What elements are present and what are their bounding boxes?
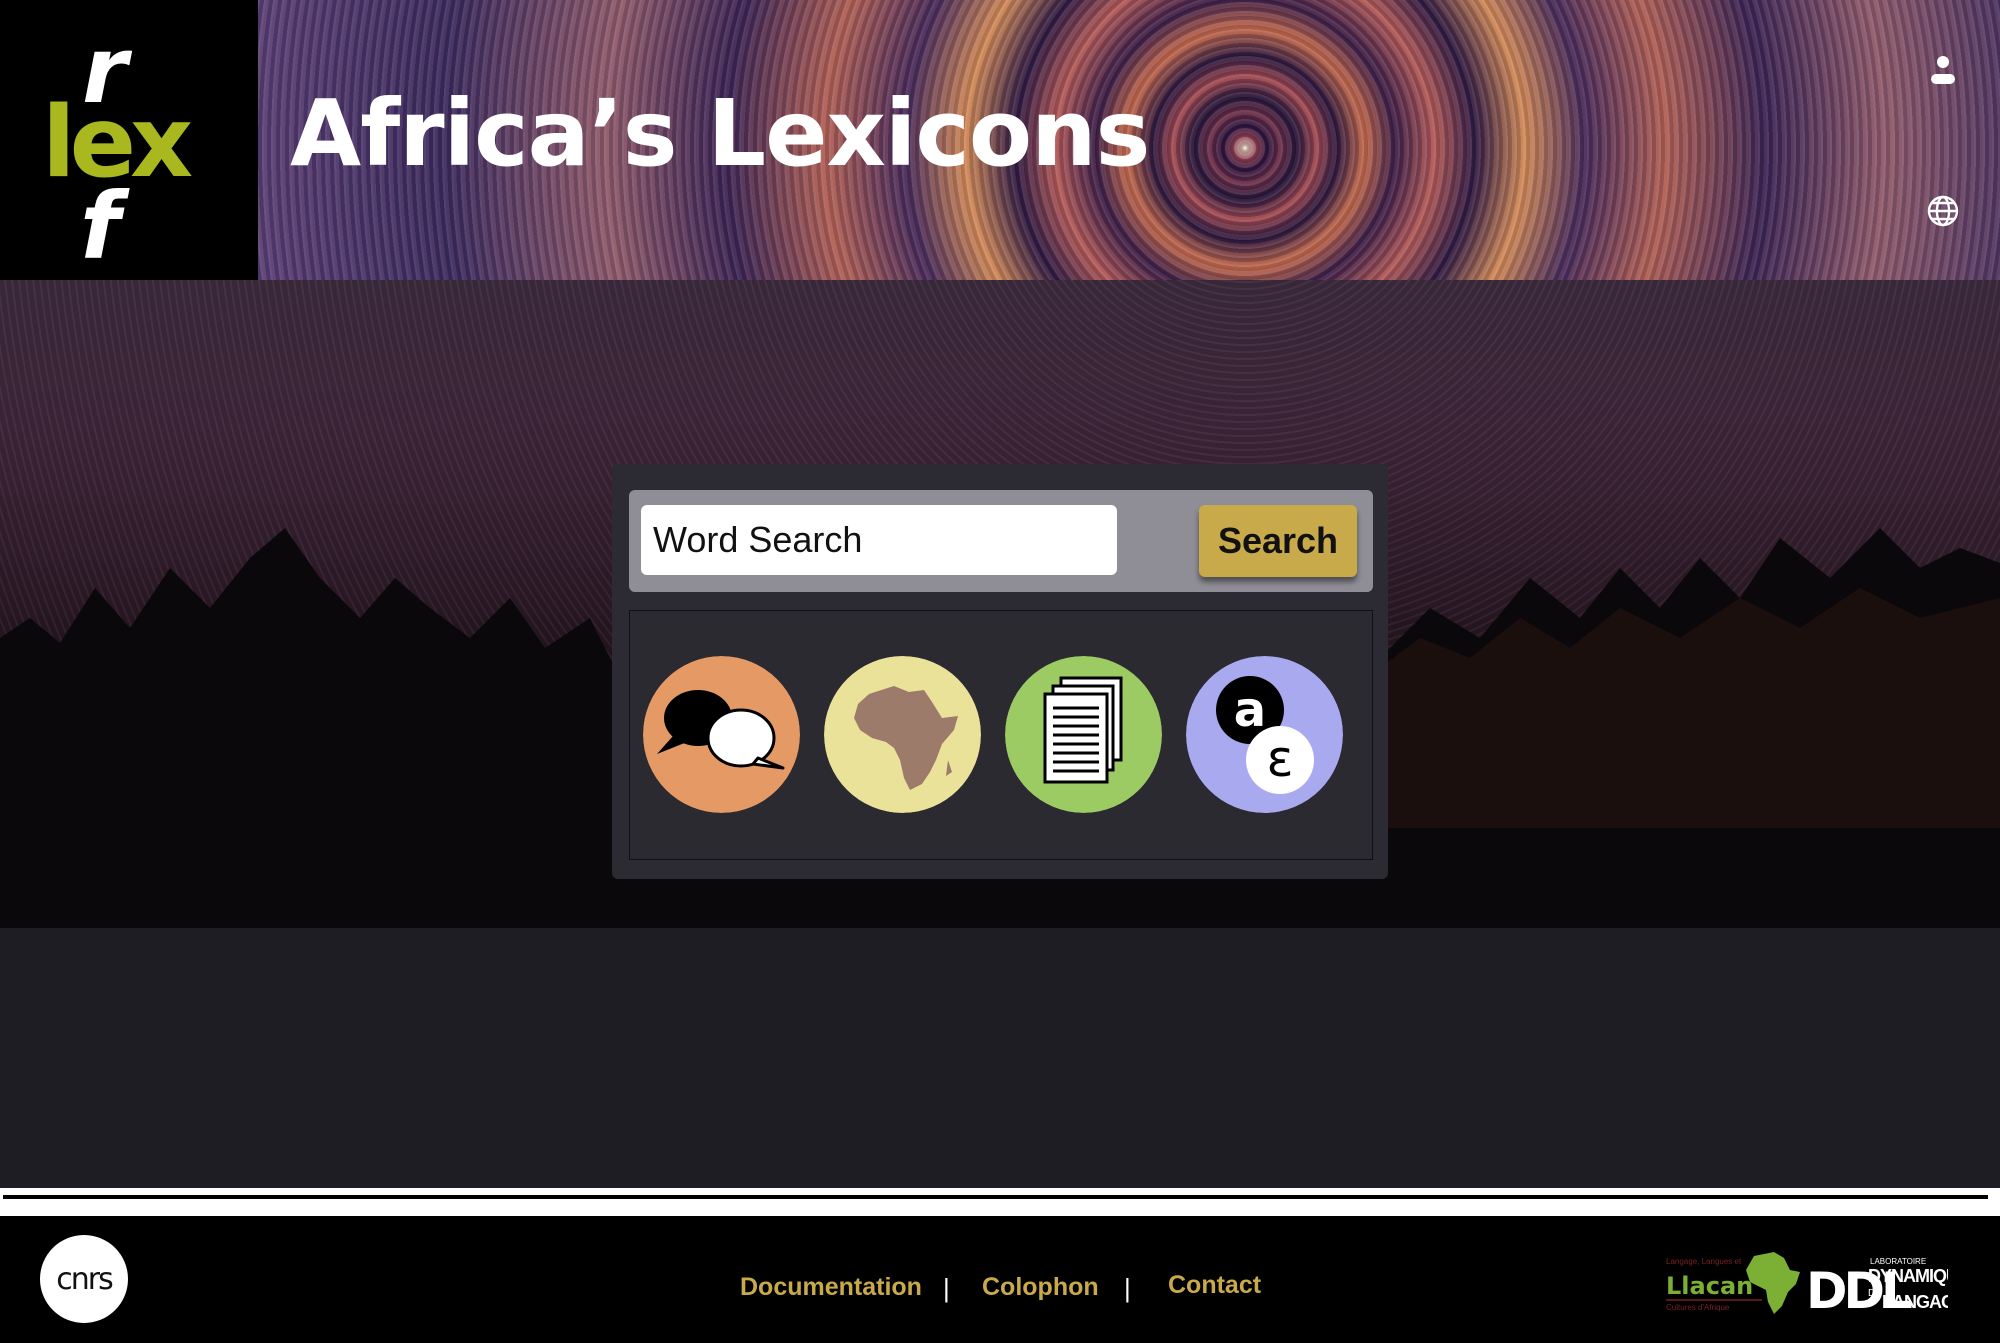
documentation-link[interactable]: Documentation xyxy=(740,1273,922,1302)
speech-bubbles-icon[interactable] xyxy=(643,656,800,813)
ddl-line3: DU xyxy=(1868,1288,1882,1299)
colophon-link[interactable]: Colophon xyxy=(982,1273,1099,1302)
africa-map-icon[interactable] xyxy=(824,656,981,813)
globe-icon[interactable] xyxy=(1926,194,1960,228)
word-search-input[interactable] xyxy=(641,505,1117,575)
contact-link[interactable]: Contact xyxy=(1168,1271,1261,1300)
ddl-line1: LABORATOIRE xyxy=(1870,1257,1926,1266)
llacan-tagline-bottom: Cultures d'Afrique xyxy=(1666,1303,1730,1312)
site-title: Africa’s Lexicons xyxy=(290,80,1150,187)
link-separator: | xyxy=(1124,1273,1131,1303)
glyph-epsilon: ɛ xyxy=(1266,730,1293,788)
link-separator: | xyxy=(943,1273,950,1303)
search-panel: Search xyxy=(612,464,1388,879)
ddl-line2: DYNAMIQUE xyxy=(1868,1266,1948,1286)
partner-logos[interactable]: Langage, Langues et Llacan Cultures d'Af… xyxy=(1662,1246,1948,1318)
ddl-line4: LANGAGE xyxy=(1882,1292,1948,1312)
footer: cnrs Documentation | Colophon | Contact … xyxy=(0,1216,2000,1343)
africa-outline-icon xyxy=(1746,1252,1800,1314)
glyph-a: a xyxy=(1234,682,1266,738)
ddl-logo: DDL LABORATOIRE DYNAMIQUE DU LANGAGE xyxy=(1806,1257,1948,1318)
header-banner: r lex f Africa’s Lexicons xyxy=(0,0,2000,280)
page: r lex f Africa’s Lexicons Search xyxy=(0,0,2000,1343)
search-bar: Search xyxy=(629,490,1373,592)
llacan-logo: Langage, Langues et Llacan Cultures d'Af… xyxy=(1666,1252,1800,1314)
footer-divider xyxy=(0,1188,2000,1216)
phonetic-symbols-icon[interactable]: a ɛ xyxy=(1186,656,1343,813)
search-button[interactable]: Search xyxy=(1199,505,1357,577)
refLex-logo[interactable]: r lex f xyxy=(0,0,258,280)
llacan-name: Llacan xyxy=(1666,1272,1753,1300)
documents-icon[interactable] xyxy=(1005,656,1162,813)
llacan-tagline-top: Langage, Langues et xyxy=(1666,1257,1742,1266)
user-icon[interactable] xyxy=(1926,54,1960,88)
feature-icons-box: a ɛ xyxy=(629,610,1373,860)
